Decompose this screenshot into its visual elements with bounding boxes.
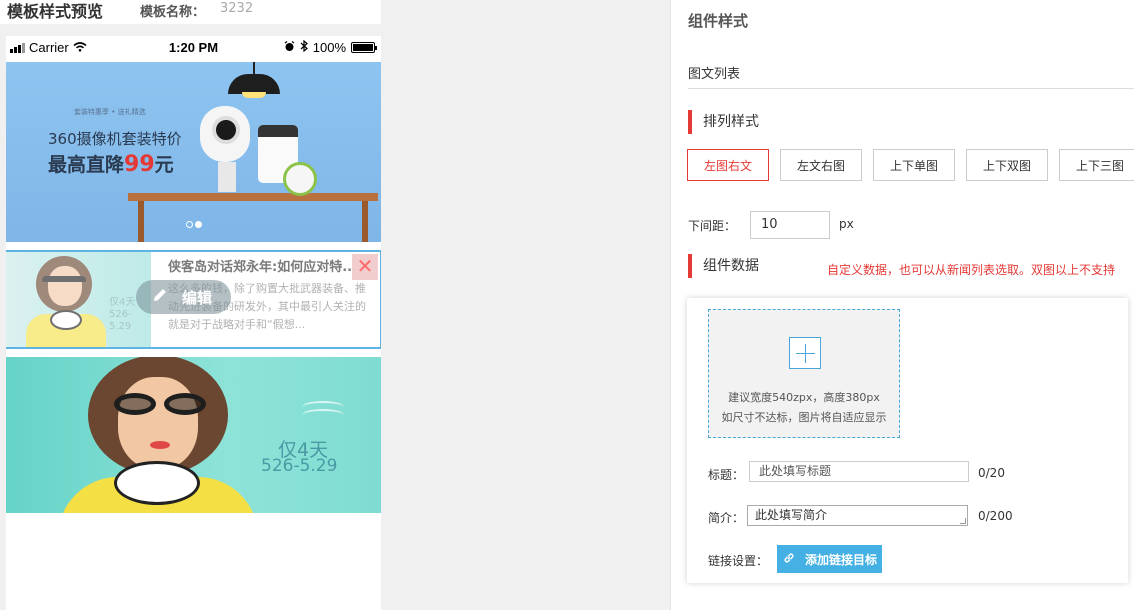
spacing-unit: px bbox=[839, 217, 854, 231]
spacing-label: 下间距： bbox=[688, 219, 737, 233]
layout-double-image-button[interactable]: 上下双图 bbox=[966, 149, 1048, 181]
component-type: 图文列表 bbox=[688, 67, 741, 82]
battery-icon bbox=[351, 42, 377, 53]
banner-small-text: 套装特惠季 • 送礼精选 bbox=[74, 108, 146, 116]
phone-preview: Carrier 1:20 PM 100% 套装特惠季 • 送礼精选 360摄像机… bbox=[6, 36, 381, 610]
plus-icon[interactable] bbox=[789, 337, 821, 369]
template-name-value: 3232 bbox=[220, 1, 254, 16]
preview-pane: 模板样式预览 模板名称： 3232 Carrier 1:20 PM 100% 套… bbox=[0, 0, 381, 610]
image-upload-area[interactable]: 建议宽度540zpx，高度380px 如尺寸不达标，图片将自适应显示 bbox=[708, 309, 900, 438]
template-name-label: 模板名称： bbox=[140, 5, 206, 20]
section-title: 组件样式 bbox=[688, 12, 749, 30]
banner-subheadline: 最高直降99元 bbox=[48, 152, 174, 177]
layout-single-image-button[interactable]: 上下单图 bbox=[873, 149, 955, 181]
data-heading: 组件数据 bbox=[688, 254, 759, 278]
table-graphic bbox=[128, 193, 378, 201]
divider bbox=[688, 88, 1134, 89]
lamp-graphic bbox=[228, 74, 280, 94]
preview-title: 模板样式预览 bbox=[7, 2, 104, 21]
link-label: 链接设置： bbox=[708, 554, 769, 568]
layout-heading: 排列样式 bbox=[688, 110, 759, 134]
layout-triple-image-button[interactable]: 上下三图 bbox=[1059, 149, 1134, 181]
layout-right-image-button[interactable]: 左文右图 bbox=[780, 149, 862, 181]
link-icon bbox=[783, 552, 795, 567]
banner-carousel[interactable]: 套装特惠季 • 送礼精选 360摄像机套装特价 最高直降99元 bbox=[6, 62, 381, 242]
layout-options: 左图右文 左文右图 上下单图 上下双图 上下三图 bbox=[687, 149, 1134, 181]
carousel-dot-1[interactable] bbox=[186, 221, 193, 228]
alarm-icon bbox=[284, 40, 295, 55]
socket-graphic bbox=[283, 162, 317, 196]
data-card: 建议宽度540zpx，高度380px 如尺寸不达标，图片将自适应显示 标题： 此… bbox=[687, 298, 1128, 583]
large-image-item[interactable]: 仅4天 526-5.29 bbox=[6, 357, 381, 513]
data-note: 自定义数据，也可以从新闻列表选取。双图以上不支持 bbox=[827, 263, 1116, 277]
pencil-icon bbox=[152, 287, 168, 307]
spacing-input[interactable]: 10 bbox=[750, 211, 830, 239]
promo-date-text: 526-5.29 bbox=[261, 456, 338, 476]
summary-counter: 0/200 bbox=[978, 509, 1013, 523]
summary-textarea[interactable]: 此处填写简介 bbox=[747, 505, 968, 526]
title-label: 标题： bbox=[708, 468, 745, 482]
summary-label: 简介： bbox=[708, 511, 745, 525]
carousel-dots[interactable] bbox=[186, 221, 202, 228]
settings-panel: 组件样式 图文列表 排列样式 左图右文 左文右图 上下单图 上下双图 上下三图 … bbox=[670, 0, 1134, 610]
close-icon[interactable]: ✕ bbox=[352, 254, 378, 280]
preview-header: 模板样式预览 模板名称： 3232 bbox=[0, 0, 381, 24]
carousel-dot-2[interactable] bbox=[195, 221, 202, 228]
battery-percent: 100% bbox=[312, 40, 346, 55]
phone-statusbar: Carrier 1:20 PM 100% bbox=[6, 36, 381, 60]
banner-headline: 360摄像机套装特价 bbox=[48, 130, 182, 148]
news-list-item[interactable]: 仅4天 526-5.29 侠客岛对话郑永年:如何应对特... 这么多的钱，除了购置… bbox=[6, 250, 381, 349]
resize-grip-icon[interactable] bbox=[960, 518, 966, 524]
layout-left-image-button[interactable]: 左图右文 bbox=[687, 149, 769, 181]
add-link-label: 添加链接目标 bbox=[805, 552, 878, 567]
edit-label: 编辑 bbox=[182, 288, 213, 307]
upload-hint-size: 建议宽度540zpx，高度380px bbox=[728, 391, 880, 404]
add-link-button[interactable]: 添加链接目标 bbox=[777, 545, 882, 573]
title-counter: 0/20 bbox=[978, 466, 1005, 480]
title-input[interactable]: 此处填写标题 bbox=[749, 461, 969, 482]
edit-button[interactable]: 编辑 bbox=[136, 280, 231, 314]
upload-hint-adapt: 如尺寸不达标，图片将自适应显示 bbox=[721, 411, 887, 424]
bluetooth-icon bbox=[300, 39, 308, 55]
